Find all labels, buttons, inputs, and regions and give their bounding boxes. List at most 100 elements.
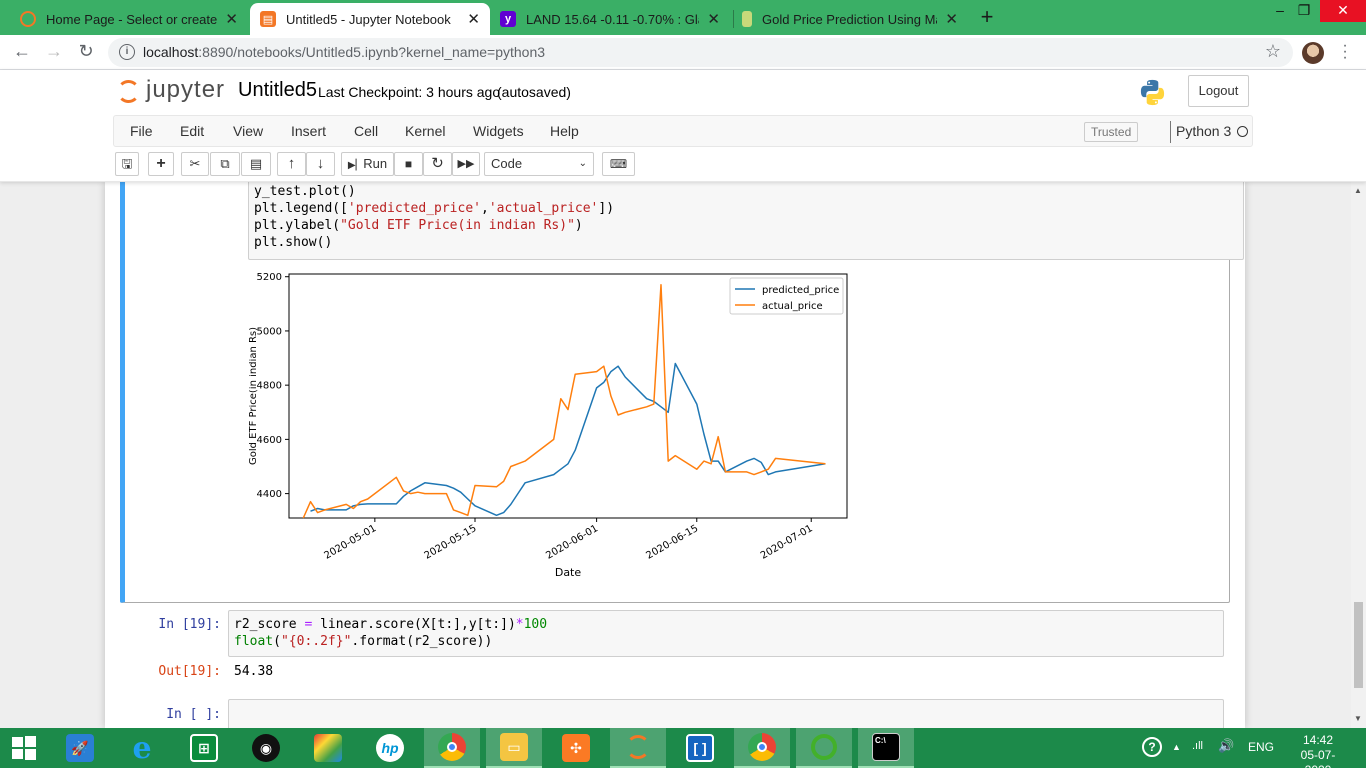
scroll-down-icon[interactable]: ▼: [1354, 714, 1362, 723]
new-tab-button[interactable]: +: [977, 4, 997, 30]
run-button[interactable]: ▶▏Run: [341, 152, 394, 176]
autosave-status: (autosaved): [497, 84, 571, 100]
taskbar-chrome-2[interactable]: [734, 728, 790, 768]
menu-view[interactable]: View: [233, 123, 263, 139]
browser-menu-icon[interactable]: · · ·: [1340, 38, 1350, 66]
code-line: r2_score = linear.score(X[t:],y[t:])*100: [234, 617, 548, 632]
last-checkpoint: Last Checkpoint: 3 hours ago: [318, 84, 501, 100]
close-window-button[interactable]: ✕: [1320, 0, 1366, 22]
back-arrow-icon[interactable]: ←: [11, 41, 33, 62]
close-tab-icon[interactable]: ✕: [467, 10, 480, 28]
out-19-value: 54.38: [234, 664, 274, 679]
clock-time: 14:42: [1302, 733, 1334, 747]
tab-land-stock[interactable]: y LAND 15.64 -0.11 -0.70% : Gladst ✕: [490, 3, 730, 35]
x-tick-label: 2020-05-01: [323, 523, 379, 562]
code-line: float("{0:.2f}".format(r2_score)): [234, 634, 493, 649]
wifi-signal-icon[interactable]: .ıll: [1192, 740, 1203, 752]
taskbar-store[interactable]: ⊞: [176, 728, 232, 768]
scrollbar-thumb[interactable]: [1354, 602, 1363, 688]
restore-button[interactable]: ❐: [1286, 0, 1322, 22]
notebook-container: predicted_price.plot(figsize=(10,5)) y_t…: [105, 182, 1245, 728]
taskbar-app-blue[interactable]: [ ]: [672, 728, 728, 768]
forward-arrow-icon[interactable]: →: [43, 41, 65, 62]
taskbar-file-explorer[interactable]: ▭: [486, 728, 542, 768]
save-button[interactable]: 🖫: [115, 152, 139, 176]
paste-button[interactable]: ▤: [241, 152, 271, 176]
yahoo-favicon-icon: y: [500, 11, 516, 27]
restart-run-all-button[interactable]: ▶▶: [452, 152, 480, 176]
taskbar-ie[interactable]: e: [114, 728, 170, 768]
tab-gold-price[interactable]: Gold Price Prediction Using Mach ✕: [732, 3, 968, 35]
profile-avatar[interactable]: [1302, 42, 1324, 64]
kernel-name[interactable]: Python 3: [1176, 123, 1231, 139]
taskbar-jupyter[interactable]: [610, 728, 666, 768]
bookmark-star-icon[interactable]: ☆: [1265, 41, 1281, 62]
chevron-down-icon: ⌄: [578, 158, 587, 169]
logout-button[interactable]: Logout: [1188, 75, 1249, 107]
menu-insert[interactable]: Insert: [291, 123, 326, 139]
cell-19-code-input[interactable]: r2_score = linear.score(X[t:],y[t:])*100…: [228, 610, 1224, 657]
menu-edit[interactable]: Edit: [180, 123, 204, 139]
chrome-icon: [438, 733, 466, 761]
close-tab-icon[interactable]: ✕: [225, 10, 238, 28]
close-tab-icon[interactable]: ✕: [707, 10, 720, 28]
cell-type-select[interactable]: Code ⌄: [484, 152, 594, 176]
menu-file[interactable]: File: [130, 123, 153, 139]
code-line: plt.ylabel("Gold ETF Price(in indian Rs)…: [254, 218, 583, 233]
taskbar-anaconda[interactable]: [796, 728, 852, 768]
tab-untitled5[interactable]: ▤ Untitled5 - Jupyter Notebook ✕: [250, 3, 490, 35]
menu-help[interactable]: Help: [550, 123, 579, 139]
jupyter-header: jupyter Untitled5 Last Checkpoint: 3 hou…: [0, 70, 1366, 182]
x-tick-label: 2020-05-15: [423, 523, 479, 562]
page-scrollbar[interactable]: ▲ ▼: [1351, 182, 1366, 728]
info-icon[interactable]: i: [119, 44, 135, 60]
volume-icon[interactable]: 🔊: [1218, 738, 1234, 754]
code-input[interactable]: predicted_price.plot(figsize=(10,5)) y_t…: [248, 182, 1244, 260]
menu-widgets[interactable]: Widgets: [473, 123, 524, 139]
jupyter-logo-text[interactable]: jupyter: [146, 76, 225, 104]
move-down-button[interactable]: ↓: [306, 152, 335, 176]
python-logo-icon: [1140, 79, 1165, 106]
taskbar-rocket-app[interactable]: 🚀: [52, 728, 108, 768]
selected-cell[interactable]: predicted_price.plot(figsize=(10,5)) y_t…: [120, 182, 1244, 603]
move-up-button[interactable]: ↑: [277, 152, 306, 176]
scroll-up-icon[interactable]: ▲: [1354, 186, 1362, 195]
browser-toolbar: ← → ↻ i localhost:8890/notebooks/Untitle…: [0, 35, 1366, 70]
taskbar-chrome-1[interactable]: [424, 728, 480, 768]
reload-icon[interactable]: ↻: [75, 41, 97, 62]
media-player-icon: ◉: [252, 734, 280, 762]
language-indicator[interactable]: ENG: [1248, 740, 1274, 754]
empty-cell-input[interactable]: [228, 699, 1224, 728]
clock-date: 05-07-2020: [1300, 748, 1336, 768]
jupyter-notebook-favicon-icon: ▤: [260, 11, 276, 27]
tray-expand-icon[interactable]: ▲: [1172, 742, 1181, 752]
page-favicon-icon: [742, 11, 752, 27]
rocket-icon: 🚀: [66, 734, 94, 762]
y-tick-label: 5000: [257, 326, 282, 337]
start-button[interactable]: [0, 728, 48, 768]
copy-button[interactable]: ⧉: [210, 152, 240, 176]
menu-cell[interactable]: Cell: [354, 123, 378, 139]
interrupt-button[interactable]: ■: [394, 152, 423, 176]
taskbar-hp[interactable]: hp: [362, 728, 418, 768]
address-bar[interactable]: i localhost:8890/notebooks/Untitled5.ipy…: [108, 38, 1293, 67]
kernel-idle-icon: [1237, 126, 1248, 137]
taskbar-media[interactable]: ◉: [238, 728, 294, 768]
menu-kernel[interactable]: Kernel: [405, 123, 445, 139]
jupyter-logo-icon[interactable]: [117, 80, 140, 103]
taskbar-clock[interactable]: 14:4205-07-2020: [1290, 733, 1346, 768]
insert-cell-button[interactable]: +: [148, 152, 174, 176]
help-tray-icon[interactable]: ?: [1142, 737, 1162, 757]
tab-home-page[interactable]: Home Page - Select or create a n ✕: [10, 3, 248, 35]
close-tab-icon[interactable]: ✕: [945, 10, 958, 28]
trusted-indicator[interactable]: Trusted: [1084, 122, 1139, 142]
taskbar-cmd[interactable]: C:\: [858, 728, 914, 768]
url-text[interactable]: localhost:8890/notebooks/Untitled5.ipynb…: [143, 44, 545, 60]
taskbar-paint[interactable]: [300, 728, 356, 768]
notebook-name[interactable]: Untitled5: [238, 79, 317, 102]
taskbar-xampp[interactable]: ✣: [548, 728, 604, 768]
command-palette-button[interactable]: ⌨: [602, 152, 635, 176]
windows-logo-icon: [12, 736, 36, 760]
restart-button[interactable]: ↻: [423, 152, 452, 176]
cut-button[interactable]: ✂: [181, 152, 209, 176]
